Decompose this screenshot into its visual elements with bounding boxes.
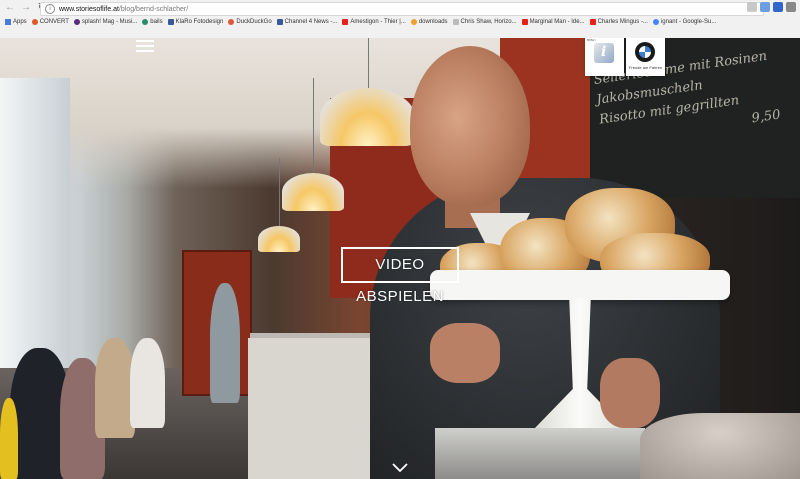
bookmark-item[interactable]: KlaRo Fotodesign — [167, 19, 224, 25]
apps-grid-icon — [5, 19, 11, 25]
extension-icon[interactable] — [747, 2, 757, 12]
page-icon — [452, 19, 459, 25]
splash-icon — [73, 19, 80, 25]
bookmark-item[interactable]: Channel 4 News -... — [276, 19, 338, 25]
play-video-button[interactable]: VIDEO ABSPIELEN — [341, 247, 459, 305]
bmw-i-badge[interactable]: BMW i i — [585, 38, 624, 76]
bookmark-label: DuckDuckGo — [236, 19, 272, 25]
page-info-icon[interactable]: i — [45, 4, 55, 14]
bookmark-item[interactable]: CONVERT — [31, 19, 69, 25]
lamp-cord — [279, 158, 280, 226]
address-bar[interactable]: i www.storiesoflife.at/blog/bernd-schlac… — [40, 2, 764, 16]
url-path: /blog/bernd-schlacher/ — [118, 5, 189, 13]
back-arrow-icon[interactable]: ← — [4, 2, 16, 14]
bookmark-label: Charles Mingus -... — [597, 19, 648, 25]
sponsor-badges: BMW i i Freude am Fahren — [585, 38, 665, 76]
duckduckgo-icon — [228, 19, 235, 25]
bar-counter — [248, 338, 388, 479]
lamp-cord — [313, 78, 314, 173]
browser-toolbar: ← → ↻ i www.storiesoflife.at/blog/bernd-… — [0, 0, 800, 16]
menu-bar — [136, 40, 154, 42]
convert-icon — [31, 19, 38, 25]
menu-bar — [136, 45, 154, 47]
man-hand — [430, 323, 500, 383]
pendant-lamp — [258, 158, 300, 253]
youtube-icon — [521, 19, 528, 25]
bookmark-item[interactable]: Apps — [5, 19, 27, 25]
bookmark-label: KlaRo Fotodesign — [175, 19, 224, 25]
extension-icons — [747, 2, 796, 12]
bookmark-item[interactable]: bails — [142, 19, 163, 25]
page-viewport: Selleriecreme mit Rosinen Jakobsmuscheln… — [0, 38, 800, 479]
bookmark-item[interactable]: Marginal Man - Ide... — [521, 19, 585, 25]
downloads-icon — [410, 19, 417, 25]
bails-icon — [142, 19, 149, 25]
bookmark-label: Amestigon - Thier |... — [350, 19, 406, 25]
youtube-icon — [342, 19, 349, 25]
bookmark-item[interactable]: DuckDuckGo — [228, 19, 272, 25]
bookmark-label: Channel 4 News -... — [284, 19, 338, 25]
extension-icon[interactable] — [760, 2, 770, 12]
bmw-i-label: BMW i — [587, 38, 596, 42]
bookmark-item[interactable]: Amestigon - Thier |... — [342, 19, 406, 25]
microphone-icon[interactable] — [773, 2, 783, 12]
diners — [0, 283, 240, 479]
url-domain: www.storiesoflife.at — [59, 5, 119, 13]
youtube-icon — [589, 19, 596, 25]
hamburger-menu-icon[interactable] — [136, 40, 154, 52]
bookmark-label: CONVERT — [39, 19, 69, 25]
bmw-roundel — [639, 46, 651, 58]
facebook-icon — [167, 19, 174, 25]
diner — [130, 338, 165, 428]
bookmark-item[interactable]: downloads — [410, 19, 448, 25]
facebook-icon — [276, 19, 283, 25]
man-face — [410, 46, 530, 206]
menu-dots-icon[interactable] — [786, 2, 796, 12]
bookmark-label: downloads — [418, 19, 448, 25]
bmw-caption: Freude am Fahren — [628, 65, 663, 70]
bookmark-label: Marginal Man - Ide... — [529, 19, 585, 25]
bookmark-label: ignant - Google-Su... — [660, 19, 717, 25]
lamp-shade — [258, 226, 300, 252]
lamp-cord — [367, 38, 369, 88]
bmw-badge[interactable]: Freude am Fahren — [626, 38, 665, 76]
bookmark-item[interactable]: Charles Mingus -... — [589, 19, 648, 25]
browser-chrome: ← → ↻ i www.storiesoflife.at/blog/bernd-… — [0, 0, 800, 39]
pastry-tray — [640, 413, 800, 479]
cake-stand-plate — [430, 270, 730, 300]
google-icon — [652, 19, 659, 25]
chevron-down-icon[interactable] — [391, 462, 409, 474]
bookmark-item[interactable]: ignant - Google-Su... — [652, 19, 717, 25]
bookmarks-bar: Apps CONVERT splash! Mag - Musi... bails Kla… — [0, 16, 800, 28]
diner — [95, 338, 135, 438]
bookmark-label: Apps — [13, 19, 27, 25]
waiter — [210, 283, 240, 403]
bookmark-item[interactable]: splash! Mag - Musi... — [73, 19, 138, 25]
window — [0, 78, 70, 378]
man-hand — [600, 358, 660, 428]
menu-bar — [136, 50, 154, 52]
bookmark-label: splash! Mag - Musi... — [81, 19, 138, 25]
diner — [0, 398, 18, 479]
forward-arrow-icon[interactable]: → — [20, 2, 32, 14]
bmw-logo-icon — [635, 42, 655, 62]
bookmark-item[interactable]: Chris Shaw, Horizo... — [452, 19, 517, 25]
bookmark-label: bails — [150, 19, 163, 25]
counter-edge — [435, 428, 645, 479]
bookmark-label: Chris Shaw, Horizo... — [460, 19, 517, 25]
bmw-i-letter: i — [601, 44, 607, 60]
